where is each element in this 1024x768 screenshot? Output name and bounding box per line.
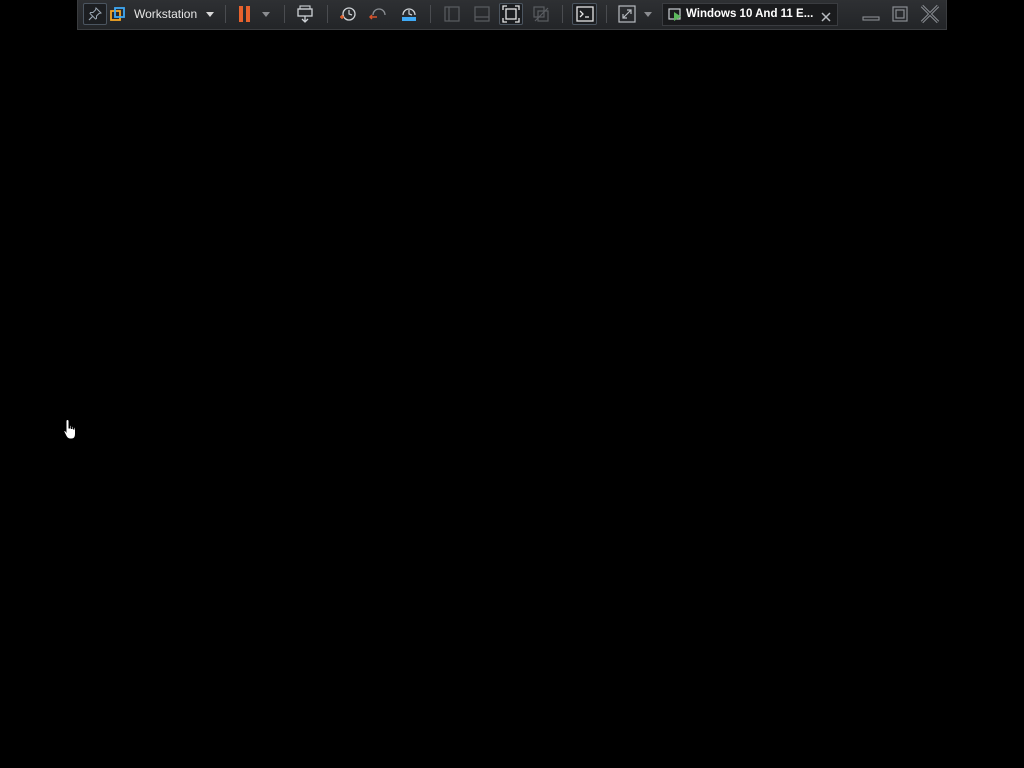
toolbar-separator (327, 5, 328, 23)
vmware-logo-icon (110, 6, 126, 22)
snapshot-manager-icon (400, 5, 418, 23)
vm-tab[interactable]: Windows 10 And 11 E... (662, 3, 838, 26)
take-snapshot-button[interactable] (337, 3, 359, 25)
toolbar-separator (225, 5, 226, 23)
send-ctrl-alt-del-icon (296, 5, 314, 23)
toolbar-separator (606, 5, 607, 23)
suspend-pause-button[interactable] (234, 3, 256, 25)
toolbar-separator (562, 5, 563, 23)
close-window-button[interactable] (919, 3, 941, 25)
unity-icon (532, 5, 550, 23)
close-window-icon (920, 4, 940, 24)
vm-fullscreen-toolbar: Workstation Windows 10 And 11 E... (77, 0, 947, 30)
console-view-icon (575, 6, 594, 22)
restore-button[interactable] (889, 3, 911, 25)
show-thumbnail-bar-button[interactable] (471, 3, 493, 25)
send-ctrl-alt-del-button[interactable] (294, 3, 316, 25)
stretch-guest-icon (618, 5, 636, 23)
vm-tab-title: Windows 10 And 11 E... (686, 8, 814, 20)
snapshot-take-icon (339, 5, 357, 23)
pin-icon (88, 7, 102, 21)
pause-icon (238, 6, 252, 22)
full-screen-icon (502, 5, 520, 23)
restore-icon (891, 5, 909, 23)
show-library-button[interactable] (441, 3, 463, 25)
stretch-options-dropdown[interactable] (641, 3, 655, 25)
minimize-icon (862, 6, 880, 22)
revert-snapshot-button[interactable] (367, 3, 389, 25)
stretch-guest-button[interactable] (616, 3, 638, 25)
console-view-button[interactable] (572, 3, 597, 25)
view-library-icon (444, 6, 460, 22)
toolbar-separator (430, 5, 431, 23)
pin-toolbar-button[interactable] (83, 3, 107, 25)
power-options-dropdown[interactable] (259, 3, 273, 25)
snapshot-manager-button[interactable] (398, 3, 420, 25)
hand-pointer-icon (63, 418, 79, 447)
workstation-menu-label: Workstation (134, 7, 198, 21)
vm-guest-screen[interactable]: Workstation Windows 10 And 11 E... (0, 0, 1024, 768)
snapshot-revert-icon (369, 5, 387, 23)
chevron-down-icon (206, 11, 215, 17)
chevron-down-icon (644, 11, 652, 17)
workstation-menu-button[interactable]: Workstation (110, 3, 218, 25)
chevron-down-icon (262, 11, 270, 17)
unity-button[interactable] (530, 3, 552, 25)
full-screen-button[interactable] (499, 3, 523, 25)
vm-running-icon (668, 8, 683, 27)
toolbar-separator (284, 5, 285, 23)
close-icon[interactable] (821, 9, 831, 27)
minimize-button[interactable] (860, 3, 882, 25)
view-thumbnail-icon (474, 6, 490, 22)
